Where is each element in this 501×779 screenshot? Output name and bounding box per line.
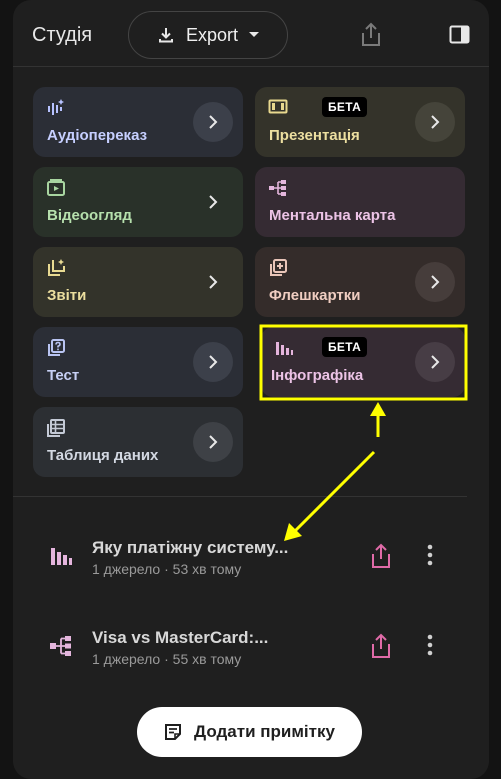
add-note-label: Додати примітку (194, 722, 335, 741)
table-icon (47, 419, 65, 437)
report-sparkle-icon (48, 259, 65, 276)
bar-chart-icon (276, 342, 293, 355)
chevron-right-icon (209, 355, 218, 369)
card-reports-arrow[interactable] (193, 262, 233, 302)
card-audio-label: Аудіопереказ (47, 127, 148, 144)
collapse-panel-icon[interactable] (449, 25, 471, 45)
caret-down-icon (249, 32, 260, 37)
card-flashcards-label: Флешкартки (269, 287, 361, 304)
card-audio-overview[interactable]: Аудіопереказ (33, 87, 243, 157)
card-test-label: Тест (47, 367, 80, 384)
chevron-right-icon (431, 115, 440, 129)
video-icon (47, 179, 65, 196)
chevron-right-icon (209, 195, 218, 209)
chevron-right-icon (431, 275, 440, 289)
share-icon[interactable] (359, 22, 383, 48)
share-icon[interactable] (369, 542, 393, 570)
card-infographic[interactable]: БЕТА Інфографіка (261, 327, 465, 397)
quiz-icon (48, 339, 65, 356)
note-item[interactable]: Яку платіжну систему... 1 джерело · 53 х… (13, 528, 489, 588)
note-meta: 1 джерело · 55 хв тому (92, 651, 242, 667)
card-datatable-label: Таблиця даних (47, 447, 159, 464)
note-item[interactable]: Visa vs MasterCard:... 1 джерело · 55 хв… (13, 618, 489, 678)
card-reports[interactable]: Звіти (33, 247, 243, 317)
waveform-sparkle-icon (48, 99, 64, 115)
share-icon[interactable] (369, 632, 393, 660)
chevron-right-icon (209, 275, 218, 289)
more-vert-icon[interactable] (427, 634, 433, 656)
card-mindmap-label: Ментальна карта (269, 207, 396, 224)
add-note-button[interactable]: Додати примітку (137, 707, 362, 757)
mindmap-icon (50, 636, 71, 656)
card-audio-arrow[interactable] (193, 102, 233, 142)
chevron-right-icon (431, 355, 440, 369)
note-meta: 1 джерело · 53 хв тому (92, 561, 242, 577)
bar-chart-icon (51, 548, 72, 565)
card-datatable[interactable]: Таблиця даних (33, 407, 243, 477)
card-video-arrow[interactable] (193, 182, 233, 222)
studio-header: Студія Export (13, 0, 489, 67)
card-datatable-arrow[interactable] (193, 422, 233, 462)
card-video-overview[interactable]: Відеоогляд (33, 167, 243, 237)
studio-title: Студія (32, 24, 93, 46)
chevron-right-icon (209, 115, 218, 129)
card-test[interactable]: Тест (33, 327, 243, 397)
beta-badge: БЕТА (322, 337, 368, 357)
card-test-arrow[interactable] (193, 342, 233, 382)
note-title: Яку платіжну систему... (92, 538, 289, 557)
card-presentation-label: Презентація (269, 127, 360, 144)
card-flashcards-arrow[interactable] (415, 262, 455, 302)
card-presentation-arrow[interactable] (415, 102, 455, 142)
card-mindmap[interactable]: Ментальна карта (255, 167, 465, 237)
studio-panel: Студія Export Аудіопереказ БЕТА Презента… (13, 0, 489, 779)
card-video-label: Відеоогляд (47, 207, 132, 224)
card-presentation[interactable]: БЕТА Презентація (255, 87, 465, 157)
mindmap-icon (269, 180, 286, 196)
export-button[interactable]: Export (128, 11, 288, 59)
card-flashcards[interactable]: Флешкартки (255, 247, 465, 317)
card-infographic-label: Інфографіка (271, 367, 364, 384)
download-icon (158, 28, 173, 43)
beta-badge: БЕТА (322, 97, 368, 117)
flashcards-icon (270, 259, 287, 276)
note-icon (165, 724, 182, 740)
section-divider (13, 496, 467, 497)
note-title: Visa vs MasterCard:... (92, 628, 269, 647)
export-label: Export (185, 24, 239, 45)
slides-icon (268, 99, 288, 114)
more-vert-icon[interactable] (427, 544, 433, 566)
chevron-right-icon (209, 435, 218, 449)
card-reports-label: Звіти (47, 287, 87, 304)
card-infographic-arrow[interactable] (415, 342, 455, 382)
